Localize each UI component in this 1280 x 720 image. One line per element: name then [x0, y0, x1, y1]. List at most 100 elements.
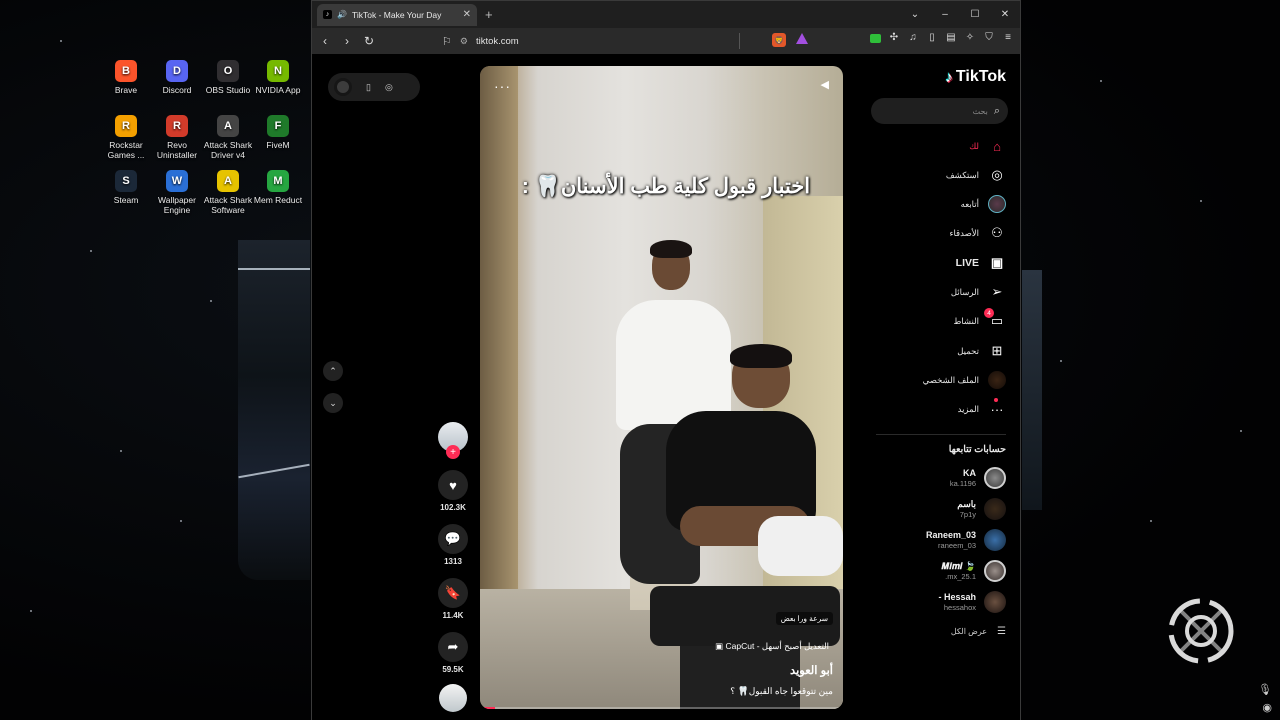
search-input[interactable]: بحث — [879, 107, 988, 116]
creator-avatar[interactable]: + — [438, 422, 468, 459]
next-video-button[interactable]: ⌄ — [323, 393, 343, 413]
microphone-icon[interactable]: 🎙 — [1258, 683, 1272, 696]
close-tab-icon[interactable]: ✕ — [463, 9, 471, 20]
steam-icon: S — [115, 170, 137, 192]
account-name: Hessah - — [938, 592, 976, 602]
sound-avatar[interactable] — [439, 684, 467, 712]
wallet-icon[interactable]: ▤ — [945, 32, 957, 46]
tab-tiktok[interactable]: ♪ 🔊 TikTok - Make Your Day ✕ — [317, 3, 477, 26]
extension-green-icon[interactable] — [870, 34, 881, 43]
share-icon[interactable]: ➦ — [438, 632, 468, 662]
more-notification-dot — [994, 398, 998, 402]
save-action: 🔖 11.4K — [436, 578, 470, 620]
nav-explore[interactable]: ◎ استكشف — [946, 166, 1006, 184]
account-name: Raneem_03 — [925, 530, 976, 540]
volume-icon[interactable]: ◀ — [821, 78, 829, 91]
site-info-icon[interactable]: ⚙ — [460, 36, 468, 47]
address-bar[interactable]: ⚐ ⚙ tiktok.com — [438, 31, 818, 51]
bookmark-icon[interactable]: ⚐ — [442, 35, 452, 48]
browser-toolbar: ‹ › ↻ ⚐ ⚙ tiktok.com 🦁 ✣ ♫ ▯ ▤ ✧ ⛉ ≡ — [312, 28, 1020, 54]
tiktok-sidebar: ♪ TikTok ⌕ بحث ⌂ لك ◎ استكشف أتابعه ⚇ ال — [871, 54, 1020, 720]
followed-account[interactable]: 🍃 𝑴𝒊𝒎𝒊 mx_25.1. — [941, 560, 1006, 582]
new-tab-button[interactable]: + — [485, 7, 493, 22]
url-text[interactable]: tiktok.com — [476, 36, 519, 47]
minimize-button[interactable]: – — [930, 9, 960, 20]
followed-account[interactable]: Raneem_03 raneem_03 — [926, 529, 1006, 551]
tiktok-logo[interactable]: ♪ TikTok — [945, 68, 1006, 86]
comment-icon[interactable]: 💬 — [438, 524, 468, 554]
like-action: ♥ 102.3K — [436, 470, 470, 512]
following-avatar-icon — [988, 195, 1006, 213]
forward-icon[interactable]: › — [340, 34, 354, 48]
see-all-link[interactable]: ☰ عرض الكل — [951, 626, 1006, 637]
capcut-link[interactable]: التعديل أصبح أسهل - CapCut ▣ — [715, 641, 829, 652]
tab-search-button[interactable]: ⌄ — [900, 9, 930, 20]
bookmark-save-icon[interactable]: 🔖 — [438, 578, 468, 608]
account-avatar — [984, 529, 1006, 551]
nav-messages[interactable]: ➢ الرسائل — [951, 283, 1006, 301]
followed-account[interactable]: Hessah - hessahox — [938, 591, 1006, 613]
nav-more[interactable]: ··· المزيد — [957, 398, 1006, 418]
phone-icon[interactable]: ▯ — [366, 82, 371, 93]
video-progress-bar[interactable] — [480, 707, 843, 709]
previous-video-button[interactable]: ⌃ — [323, 361, 343, 381]
nav-for-you[interactable]: ⌂ لك — [969, 137, 1006, 155]
account-username: mx_25.1. — [945, 572, 976, 581]
followed-account[interactable]: KA ka.1196 — [950, 467, 1006, 489]
leo-ai-icon[interactable]: ✧ — [964, 32, 976, 46]
extensions-puzzle-icon[interactable]: ✣ — [888, 32, 900, 46]
back-icon[interactable]: ‹ — [318, 34, 332, 48]
vpn-icon[interactable]: ⛉ — [983, 32, 995, 46]
followed-account[interactable]: باسم 7p1y — [957, 498, 1006, 520]
menu-icon[interactable]: ≡ — [1002, 32, 1014, 46]
desktop-icon-mem-reduct[interactable]: M Mem Reduct — [247, 170, 309, 205]
window-controls: ⌄ – ☐ ✕ — [900, 1, 1020, 28]
player-controls-pill: ▯ ◎ — [328, 73, 420, 101]
obs-icon: O — [217, 60, 239, 82]
nav-label: استكشف — [945, 169, 979, 180]
media-icon[interactable]: ♫ — [907, 32, 919, 46]
video-chair-base — [680, 646, 800, 709]
video-more-icon[interactable]: ··· — [494, 78, 511, 94]
attack-shark-icon: A — [217, 115, 239, 137]
search-icon[interactable]: ⌕ — [994, 105, 1000, 118]
brave-rewards-icon[interactable] — [796, 33, 808, 44]
share-action: ➦ 59.5K — [436, 632, 470, 674]
nav-friends[interactable]: ⚇ الأصدقاء — [949, 224, 1006, 242]
tray-target-icon[interactable]: ◉ — [1262, 701, 1272, 714]
nav-following[interactable]: أتابعه — [961, 195, 1006, 213]
compass-small-icon[interactable]: ◎ — [385, 82, 393, 93]
brave-shields-icon[interactable]: 🦁 — [772, 33, 786, 47]
sidebar-toggle-icon[interactable]: ▯ — [926, 32, 938, 46]
nav-profile[interactable]: الملف الشخصي — [923, 371, 1006, 389]
speaker-icon[interactable]: 🔊 — [337, 10, 347, 19]
nav-upload[interactable]: ⊞ تحميل — [957, 342, 1006, 360]
reload-icon[interactable]: ↻ — [362, 34, 376, 48]
video-author[interactable]: أبو العويد — [790, 663, 833, 677]
desktop-icon-nvidia[interactable]: N NVIDIA App — [247, 60, 309, 95]
maximize-button[interactable]: ☐ — [960, 9, 990, 20]
friends-icon: ⚇ — [991, 225, 1003, 240]
theme-toggle-knob[interactable] — [334, 78, 352, 96]
brave-icon: B — [115, 60, 137, 82]
video-caption: اختبار قبول كلية طب الأسنان🦷 : — [521, 175, 811, 198]
nav-label: المزيد — [957, 403, 979, 414]
search-bar[interactable]: ⌕ بحث — [871, 98, 1008, 124]
nvidia-icon: N — [267, 60, 289, 82]
see-all-label: عرض الكل — [950, 627, 988, 636]
tiktok-wordmark: TikTok — [955, 68, 1006, 85]
nav-label: تحميل — [957, 345, 979, 356]
sidebar-divider — [876, 434, 1006, 435]
follow-plus-icon[interactable]: + — [446, 445, 460, 459]
nav-label: الملف الشخصي — [922, 374, 979, 385]
heart-icon[interactable]: ♥ — [438, 470, 468, 500]
upload-icon: ⊞ — [991, 343, 1003, 358]
tab-title: TikTok - Make Your Day — [351, 9, 442, 20]
nav-live[interactable]: ▣ LIVE — [956, 254, 1006, 272]
nav-activity[interactable]: ▭ 4 النشاط — [953, 308, 1006, 330]
close-window-button[interactable]: ✕ — [990, 9, 1020, 20]
desktop-icon-fivem[interactable]: F FiveM — [247, 115, 309, 150]
video-player[interactable]: ··· ◀ اختبار قبول كلية طب الأسنان🦷 : سرع… — [480, 66, 843, 709]
live-icon: ▣ — [990, 255, 1004, 270]
video-effect-tag[interactable]: سرعة ورا بعض — [775, 612, 833, 625]
